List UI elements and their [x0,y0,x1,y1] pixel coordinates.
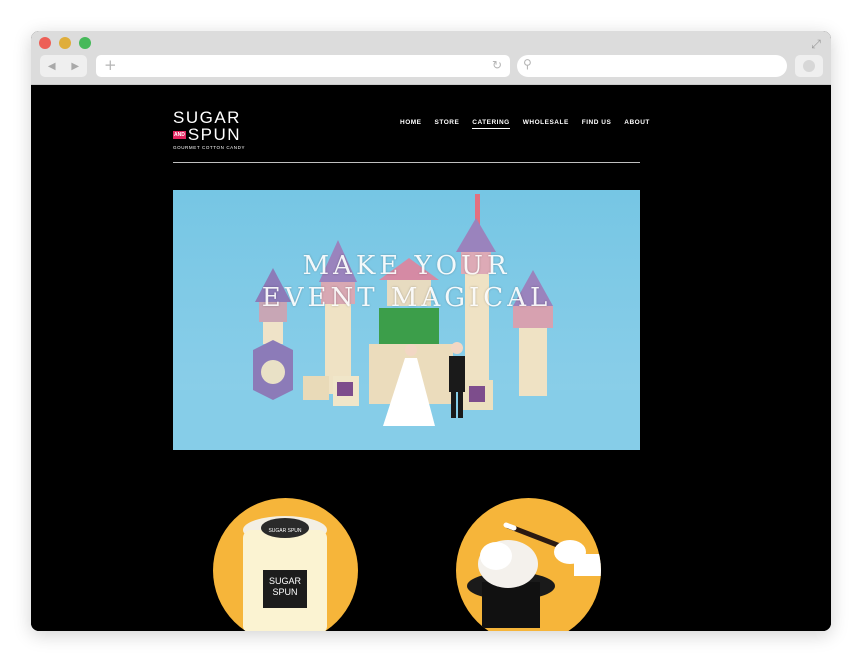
browser-window: ⤢ ◀ ▶ + ↻ ⚲ SUGAR AND SPUN GOURMET COTTO… [31,31,831,631]
close-dot-icon[interactable] [39,37,51,49]
nav-home[interactable]: HOME [400,119,422,129]
search-bar[interactable]: ⚲ [517,55,787,77]
expand-icon[interactable]: ⤢ [809,37,823,51]
search-icon: ⚲ [523,57,532,71]
browser-chrome: ⤢ ◀ ▶ + ↻ ⚲ [31,31,831,85]
extension-button[interactable] [795,55,823,77]
jar-label-line1: SUGAR [269,576,302,586]
address-bar[interactable]: + ↻ [96,55,510,77]
logo-and-badge: AND [173,131,186,139]
nav-catering[interactable]: CATERING [472,119,510,129]
logo-tagline: GOURMET COTTON CANDY [173,145,246,150]
main-nav: HOME STORE CATERING WHOLESALE FIND US AB… [400,119,650,129]
history-buttons: ◀ ▶ [40,55,87,77]
hero-banner: MAKE YOUR EVENT MAGICAL [173,190,640,450]
reload-icon[interactable]: ↻ [492,58,502,72]
jar-lid-text: SUGAR SPUN [268,528,301,534]
jar-illustration: SUGAR SPUN SUGAR SPUN [243,516,327,631]
hero-title-line1: MAKE YOUR [302,251,511,281]
logo-line2: SPUN [187,125,242,144]
header-divider [173,162,640,163]
magic-hat-illustration [467,522,601,628]
hero-title-line2: EVENT MAGICAL [261,283,552,313]
nav-find-us[interactable]: FIND US [582,119,612,129]
site-logo[interactable]: SUGAR AND SPUN GOURMET COTTON CANDY [173,108,246,150]
zoom-dot-icon[interactable] [79,37,91,49]
new-tab-icon[interactable]: + [104,56,117,74]
logo-line1: SUGAR [173,108,241,127]
back-icon[interactable]: ◀ [48,61,56,72]
nav-wholesale[interactable]: WHOLESALE [523,119,569,129]
magic-hat-image[interactable] [456,498,601,631]
castle-illustration [173,194,640,450]
nav-store[interactable]: STORE [435,119,460,129]
forward-icon[interactable]: ▶ [71,61,79,72]
extension-icon [803,60,815,72]
jar-label-line2: SPUN [272,587,297,597]
cotton-candy-jar-image[interactable]: SUGAR SPUN SUGAR SPUN [213,498,358,631]
nav-about[interactable]: ABOUT [624,119,650,129]
web-page: SUGAR AND SPUN GOURMET COTTON CANDY HOME… [31,86,831,631]
minimize-dot-icon[interactable] [59,37,71,49]
hero-title: MAKE YOUR EVENT MAGICAL [173,250,640,314]
